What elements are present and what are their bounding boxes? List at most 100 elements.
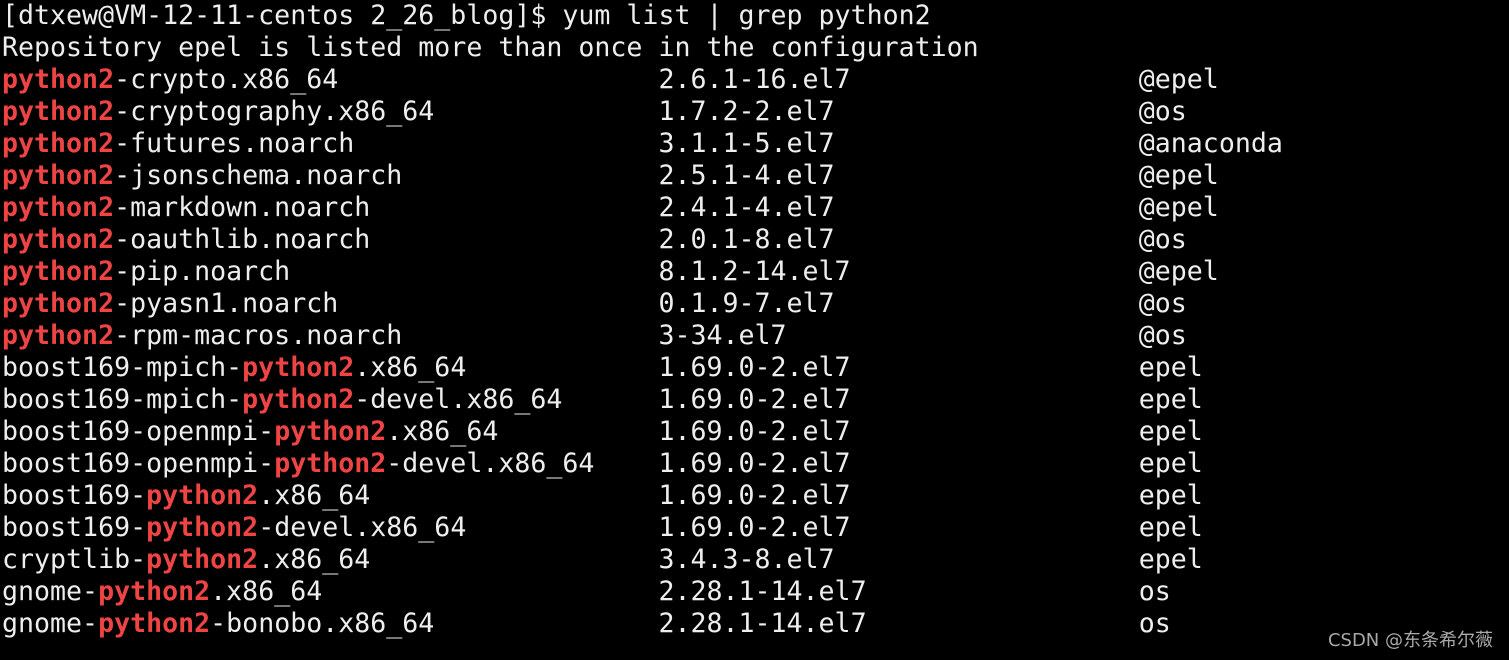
- package-name: cryptlib-python2.x86_64: [2, 544, 370, 576]
- package-name-suffix: -devel.x86_64: [354, 384, 563, 415]
- grep-match: python2: [2, 288, 115, 319]
- grep-match: python2: [2, 128, 115, 159]
- package-row: gnome-python2-bonobo.x86_64 2.28.1-14.el7…: [2, 608, 1171, 640]
- package-row: python2-cryptography.x86_64 1.7.2-2.el7 @o…: [2, 96, 1187, 128]
- package-repo: os: [1138, 576, 1171, 607]
- package-name: python2-futures.noarch: [2, 128, 354, 160]
- package-name-prefix: boost169-mpich-: [2, 352, 243, 383]
- package-name: python2-oauthlib.noarch: [2, 224, 370, 256]
- grep-match: python2: [2, 160, 115, 191]
- package-name-suffix: -pip.noarch: [114, 256, 291, 287]
- package-repo: epel: [1138, 448, 1203, 479]
- package-name-suffix: -cryptography.x86_64: [114, 96, 435, 127]
- package-repo: epel: [1138, 384, 1203, 415]
- package-row: python2-markdown.noarch 2.4.1-4.el7 @epel: [2, 192, 1219, 224]
- package-name-suffix: .x86_64: [258, 480, 371, 511]
- package-name: gnome-python2.x86_64: [2, 576, 322, 608]
- package-repo: epel: [1138, 512, 1203, 543]
- package-name-suffix: -markdown.noarch: [114, 192, 371, 223]
- package-name-suffix: -crypto.x86_64: [114, 64, 339, 95]
- package-name-suffix: -pyasn1.noarch: [114, 288, 339, 319]
- grep-match: python2: [146, 544, 259, 575]
- package-name-suffix: -bonobo.x86_64: [210, 608, 435, 639]
- terminal-output: [dtxew@VM-12-11-centos 2_26_blog]$ yum l…: [2, 0, 1283, 640]
- package-name: python2-pip.noarch: [2, 256, 290, 288]
- package-name: python2-markdown.noarch: [2, 192, 370, 224]
- package-version: 1.69.0-2.el7: [658, 352, 851, 383]
- package-repo: epel: [1138, 352, 1203, 383]
- package-repo: @epel: [1138, 64, 1219, 95]
- package-name-suffix: .x86_64: [354, 352, 467, 383]
- package-row: python2-pip.noarch 8.1.2-14.el7 @epel: [2, 256, 1219, 288]
- package-row: python2-jsonschema.noarch 2.5.1-4.el7 @epe…: [2, 160, 1219, 192]
- package-name-suffix: -jsonschema.noarch: [114, 160, 403, 191]
- package-name-suffix: .x86_64: [258, 544, 371, 575]
- package-version: 1.69.0-2.el7: [658, 384, 851, 415]
- command-prompt-line: [dtxew@VM-12-11-centos 2_26_blog]$ yum l…: [2, 0, 931, 31]
- grep-match: python2: [2, 256, 115, 287]
- grep-match: python2: [146, 480, 259, 511]
- package-version: 2.0.1-8.el7: [658, 224, 835, 255]
- package-repo: @os: [1138, 288, 1187, 319]
- grep-match: python2: [2, 192, 115, 223]
- package-name: boost169-python2-devel.x86_64: [2, 512, 466, 544]
- package-name: python2-cryptography.x86_64: [2, 96, 434, 128]
- grep-match: python2: [242, 384, 355, 415]
- grep-match: python2: [98, 608, 211, 639]
- package-name-suffix: .x86_64: [386, 416, 499, 447]
- package-name-prefix: boost169-: [2, 480, 147, 511]
- package-repo: epel: [1138, 416, 1203, 447]
- package-row: boost169-mpich-python2.x86_64 1.69.0-2.el…: [2, 352, 1203, 384]
- package-version: 2.5.1-4.el7: [658, 160, 835, 191]
- package-name-suffix: -futures.noarch: [114, 128, 355, 159]
- package-name: python2-rpm-macros.noarch: [2, 320, 402, 352]
- grep-match: python2: [2, 96, 115, 127]
- package-version: 3-34.el7: [658, 320, 787, 351]
- grep-match: python2: [2, 64, 115, 95]
- package-name-prefix: boost169-: [2, 512, 147, 543]
- package-name-prefix: boost169-openmpi-: [2, 416, 275, 447]
- package-name-prefix: gnome-: [2, 576, 99, 607]
- package-version: 1.69.0-2.el7: [658, 480, 851, 511]
- package-repo: @os: [1138, 224, 1187, 255]
- package-version: 2.4.1-4.el7: [658, 192, 835, 223]
- package-name-prefix: boost169-openmpi-: [2, 448, 275, 479]
- package-row: python2-rpm-macros.noarch 3-34.el7 @os: [2, 320, 1187, 352]
- package-row: boost169-openmpi-python2.x86_64 1.69.0-2.…: [2, 416, 1203, 448]
- grep-match: python2: [146, 512, 259, 543]
- package-name-prefix: cryptlib-: [2, 544, 147, 575]
- package-row: gnome-python2.x86_64 2.28.1-14.el7 os: [2, 576, 1171, 608]
- package-row: python2-oauthlib.noarch 2.0.1-8.el7 @os: [2, 224, 1187, 256]
- package-version: 2.6.1-16.el7: [658, 64, 851, 95]
- package-name: boost169-mpich-python2.x86_64: [2, 352, 466, 384]
- grep-match: python2: [274, 448, 387, 479]
- package-version: 1.7.2-2.el7: [658, 96, 835, 127]
- package-name: boost169-openmpi-python2.x86_64: [2, 416, 498, 448]
- package-name: python2-pyasn1.noarch: [2, 288, 338, 320]
- package-repo: epel: [1138, 544, 1203, 575]
- package-name: boost169-mpich-python2-devel.x86_64: [2, 384, 562, 416]
- package-version: 3.4.3-8.el7: [658, 544, 835, 575]
- package-row: boost169-python2.x86_64 1.69.0-2.el7 epel: [2, 480, 1203, 512]
- package-repo: @epel: [1138, 192, 1219, 223]
- package-name-prefix: gnome-: [2, 608, 99, 639]
- package-repo: os: [1138, 608, 1171, 639]
- package-version: 2.28.1-14.el7: [658, 576, 867, 607]
- package-row: boost169-python2-devel.x86_64 1.69.0-2.el…: [2, 512, 1203, 544]
- repository-notice: Repository epel is listed more than once…: [2, 32, 979, 63]
- package-row: boost169-openmpi-python2-devel.x86_64 1.6…: [2, 448, 1203, 480]
- package-repo: @epel: [1138, 256, 1219, 287]
- package-version: 3.1.1-5.el7: [658, 128, 835, 159]
- package-name-suffix: -devel.x86_64: [386, 448, 595, 479]
- package-version: 2.28.1-14.el7: [658, 608, 867, 639]
- package-row: python2-crypto.x86_64 2.6.1-16.el7 @epel: [2, 64, 1219, 96]
- watermark: CSDN @东条希尔薇: [1327, 630, 1493, 651]
- grep-match: python2: [274, 416, 387, 447]
- package-name: boost169-openmpi-python2-devel.x86_64: [2, 448, 594, 480]
- package-name: boost169-python2.x86_64: [2, 480, 370, 512]
- package-version: 8.1.2-14.el7: [658, 256, 851, 287]
- package-version: 1.69.0-2.el7: [658, 416, 851, 447]
- package-name-prefix: boost169-mpich-: [2, 384, 243, 415]
- package-version: 0.1.9-7.el7: [658, 288, 835, 319]
- package-repo: epel: [1138, 480, 1203, 511]
